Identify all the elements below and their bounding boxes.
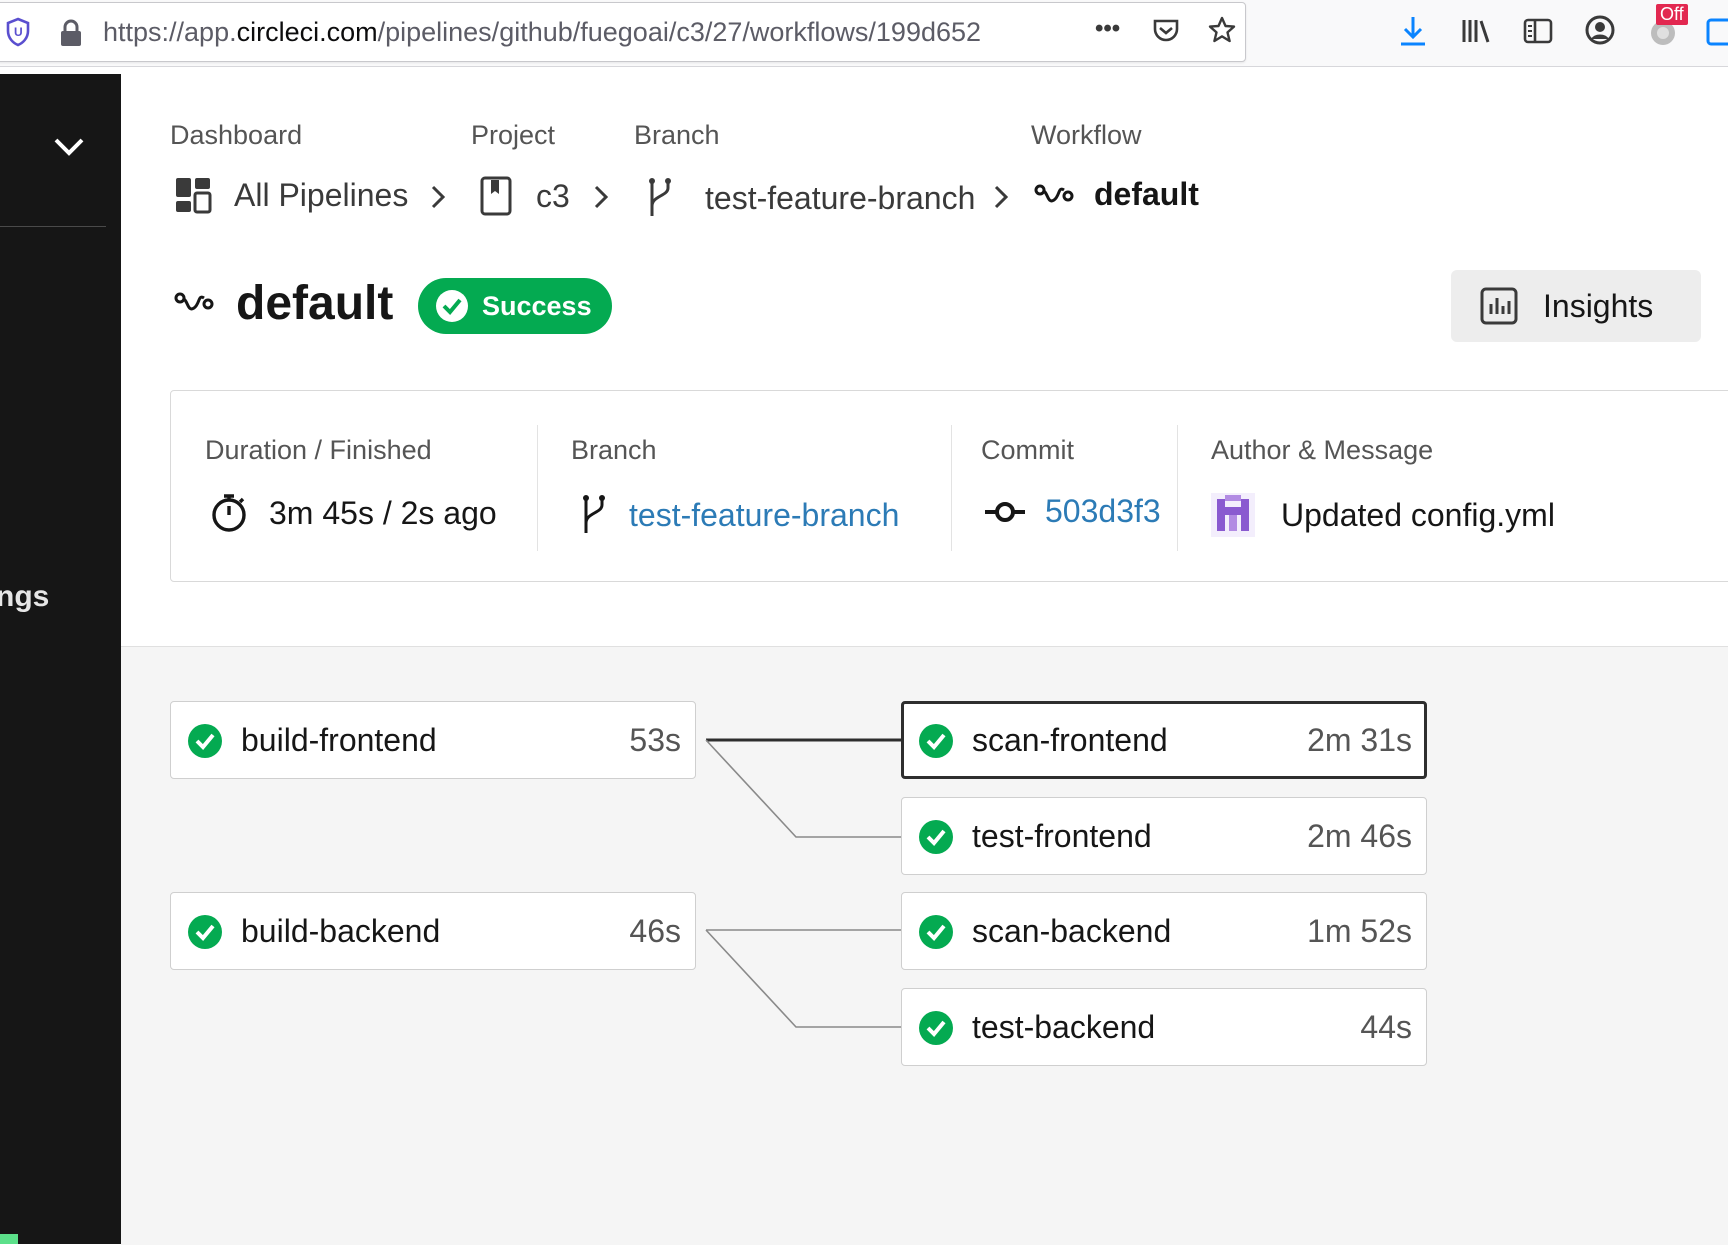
status-badge: Success: [418, 278, 612, 334]
job-card[interactable]: build-frontend 53s: [170, 701, 696, 779]
breadcrumb-branch-label: Branch: [634, 120, 720, 150]
account-icon[interactable]: [1584, 14, 1616, 46]
duration-section: Duration / Finished 3m 45s / 2s ago: [205, 391, 545, 581]
check-circle-icon: [434, 288, 470, 324]
dashboard-icon: [174, 176, 212, 214]
breadcrumb-workflow-value: default: [1094, 176, 1199, 212]
job-card[interactable]: scan-backend 1m 52s: [901, 892, 1427, 970]
workflow-meta-card: Duration / Finished 3m 45s / 2s ago Bran…: [170, 390, 1728, 582]
job-name: build-backend: [241, 912, 441, 949]
breadcrumb-branch[interactable]: test-feature-branch: [645, 176, 975, 220]
branch-value-row[interactable]: test-feature-branch: [579, 493, 899, 537]
check-circle-icon: [918, 914, 954, 950]
sidebar-item-settings[interactable]: ngs: [0, 580, 49, 614]
branch-label: Branch: [571, 435, 657, 465]
sidebar-toggle-icon[interactable]: [1522, 16, 1554, 46]
check-circle-icon: [918, 1010, 954, 1046]
workflow-graph: build-frontend 53s scan-frontend 2m 31s …: [121, 646, 1728, 1245]
chevron-right-icon: [430, 184, 446, 210]
chevron-right-icon: [993, 184, 1009, 210]
job-card[interactable]: build-backend 46s: [170, 892, 696, 970]
breadcrumb-all-pipelines-label: All Pipelines: [234, 176, 409, 213]
job-name: scan-frontend: [972, 721, 1168, 758]
job-duration: 46s: [629, 912, 681, 949]
meta-divider: [537, 425, 538, 551]
extension-badge: Off: [1656, 4, 1688, 25]
chevron-down-icon[interactable]: [52, 136, 86, 158]
breadcrumb-project-value: c3: [536, 177, 570, 214]
job-card-selected[interactable]: scan-frontend 2m 31s: [901, 701, 1427, 779]
meta-divider: [1177, 425, 1178, 551]
page-title: default: [236, 277, 394, 330]
job-card[interactable]: test-frontend 2m 46s: [901, 797, 1427, 875]
commit-section: Commit 503d3f3: [981, 391, 1201, 581]
job-name: test-backend: [972, 1008, 1156, 1045]
check-circle-icon: [918, 723, 954, 759]
branch-link[interactable]: test-feature-branch: [629, 497, 899, 534]
breadcrumb-project-label: Project: [471, 120, 556, 150]
repository-icon: [480, 176, 512, 216]
stopwatch-icon: [209, 493, 249, 533]
insights-button-label: Insights: [1543, 287, 1654, 324]
git-branch-icon: [579, 493, 609, 537]
shield-icon[interactable]: U: [5, 17, 31, 47]
job-name: build-frontend: [241, 721, 437, 758]
library-icon[interactable]: [1460, 16, 1492, 46]
commit-message: Updated config.yml: [1281, 496, 1555, 533]
workflow-icon: [1034, 180, 1074, 210]
author-section: Author & Message Updated config.yml: [1211, 391, 1728, 581]
duration-value: 3m 45s / 2s ago: [269, 494, 497, 531]
job-card[interactable]: test-backend 44s: [901, 988, 1427, 1066]
sidebar-divider: [0, 226, 106, 227]
job-duration: 1m 52s: [1307, 912, 1412, 949]
author-value-row: Updated config.yml: [1211, 493, 1555, 537]
download-icon[interactable]: [1398, 14, 1428, 48]
meta-divider: [951, 425, 952, 551]
branch-section: Branch test-feature-branch: [571, 391, 961, 581]
commit-link[interactable]: 503d3f3: [1045, 493, 1161, 530]
sidebar-status-indicator: [0, 1234, 18, 1244]
git-branch-icon: [645, 176, 675, 220]
git-commit-icon: [983, 500, 1027, 524]
check-circle-icon: [187, 914, 223, 950]
commit-value-row[interactable]: 503d3f3: [983, 493, 1161, 530]
breadcrumb-project[interactable]: c3: [480, 176, 570, 216]
insights-button[interactable]: Insights: [1451, 270, 1701, 342]
breadcrumb-workflow-label: Workflow: [1031, 120, 1142, 150]
breadcrumb-branch-value: test-feature-branch: [705, 179, 976, 216]
browser-toolbar: U https://app.circleci.com/pipelines/git…: [0, 0, 1728, 67]
bookmark-star-icon[interactable]: [1207, 15, 1237, 45]
breadcrumb-dashboard-label: Dashboard: [170, 120, 303, 150]
bar-chart-icon: [1479, 286, 1519, 326]
author-label: Author & Message: [1211, 435, 1434, 465]
svg-text:U: U: [14, 25, 23, 39]
lock-icon[interactable]: [59, 19, 83, 47]
url-text[interactable]: https://app.circleci.com/pipelines/githu…: [103, 17, 1083, 48]
check-circle-icon: [187, 723, 223, 759]
chevron-right-icon: [593, 184, 609, 210]
duration-value-row: 3m 45s / 2s ago: [209, 493, 497, 533]
url-bar[interactable]: U https://app.circleci.com/pipelines/git…: [0, 2, 1246, 62]
pocket-icon[interactable]: [1151, 16, 1181, 46]
commit-label: Commit: [981, 435, 1074, 465]
breadcrumb-workflow[interactable]: default: [1034, 176, 1199, 213]
status-badge-label: Success: [482, 290, 592, 321]
job-duration: 2m 31s: [1307, 721, 1412, 758]
workflow-icon: [174, 288, 216, 320]
breadcrumb-all-pipelines[interactable]: All Pipelines: [174, 176, 408, 214]
job-duration: 53s: [629, 721, 681, 758]
job-name: scan-backend: [972, 912, 1172, 949]
avatar[interactable]: [1211, 493, 1255, 537]
app-sidebar: ngs: [0, 74, 121, 1244]
job-name: test-frontend: [972, 817, 1152, 854]
check-circle-icon: [918, 819, 954, 855]
page-actions-more-icon[interactable]: •••: [1095, 15, 1120, 43]
duration-label: Duration / Finished: [205, 435, 432, 465]
job-duration: 2m 46s: [1307, 817, 1412, 854]
job-duration: 44s: [1360, 1008, 1412, 1045]
overflow-extension-icon[interactable]: [1706, 14, 1728, 48]
